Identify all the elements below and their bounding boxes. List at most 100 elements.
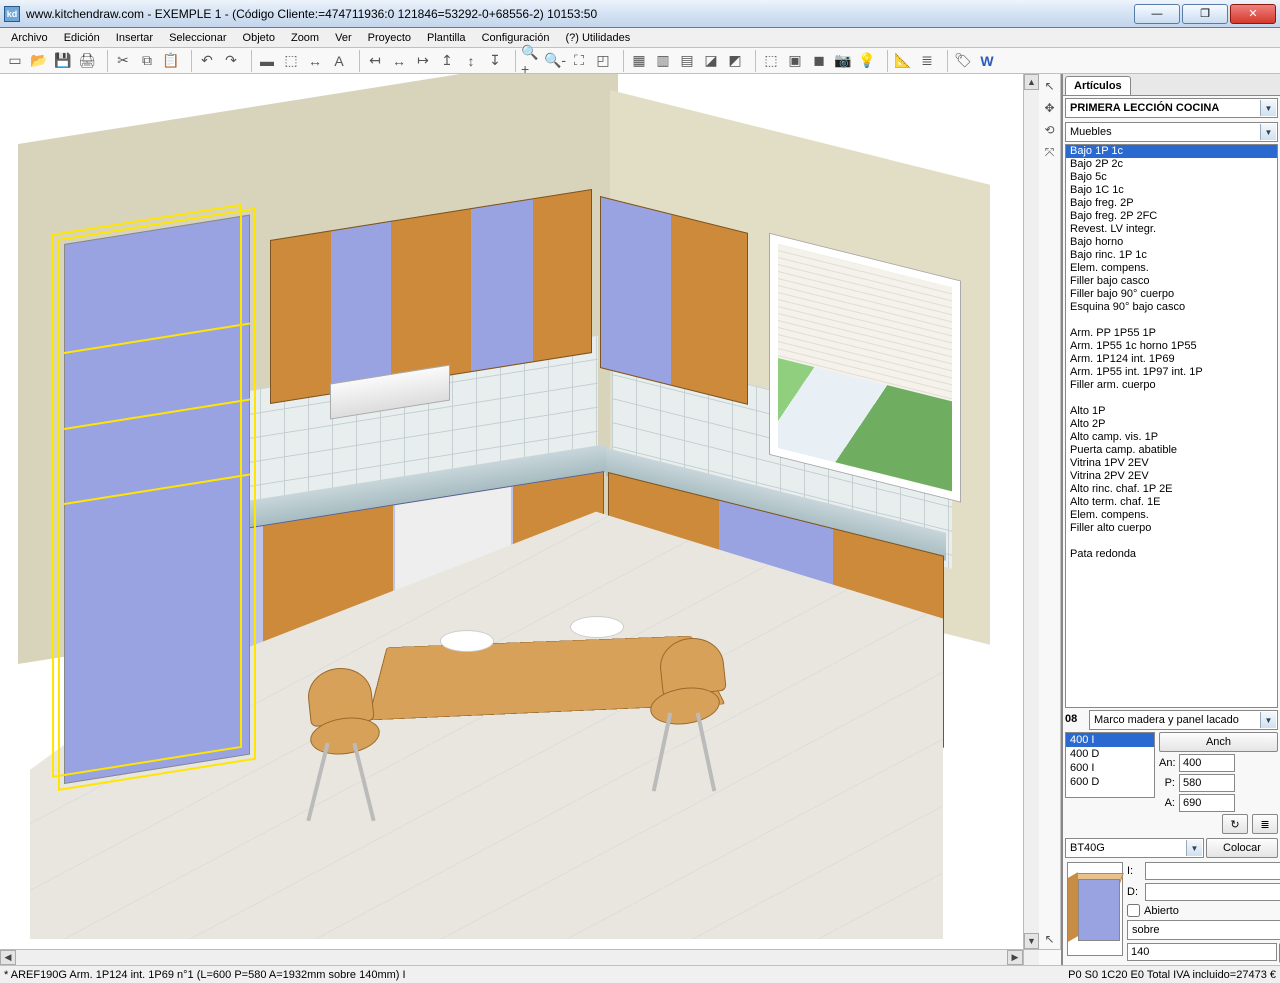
viewport-hscrollbar[interactable]: ◀ ▶ — [0, 949, 1023, 965]
menu-seleccionar[interactable]: Seleccionar — [162, 30, 233, 46]
over-combo[interactable]: sobre ▼ — [1127, 920, 1280, 940]
toolbar-valign-t-button[interactable]: ↥ — [436, 50, 458, 72]
window-maximize-button[interactable]: ❐ — [1182, 4, 1228, 24]
open-checkbox-row[interactable]: Abierto — [1127, 904, 1280, 917]
toolbar-layers-button[interactable]: ≣ — [916, 50, 938, 72]
toolbar-view-iso-button[interactable]: ◩ — [724, 50, 746, 72]
toolbar-render-shade-button[interactable]: ◼ — [808, 50, 830, 72]
place-button[interactable]: Colocar — [1206, 838, 1278, 858]
swap-button[interactable]: ↻ — [1222, 814, 1248, 834]
toolbar-render-photo-button[interactable]: 📷 — [832, 50, 854, 72]
article-item[interactable]: Bajo horno — [1066, 236, 1277, 249]
viewtool-orbit-button[interactable]: ⟲ — [1040, 120, 1060, 140]
open-checkbox[interactable] — [1127, 904, 1140, 917]
anch-button[interactable]: Anch — [1159, 732, 1278, 752]
scroll-left-button[interactable]: ◀ — [0, 950, 16, 965]
article-item[interactable] — [1066, 314, 1277, 327]
menu-ver[interactable]: Ver — [328, 30, 359, 46]
window-minimize-button[interactable]: — — [1134, 4, 1180, 24]
toolbar-valign-b-button[interactable]: ↧ — [484, 50, 506, 72]
toolbar-new-button[interactable]: ▭ — [4, 50, 26, 72]
toolbar-align-r-button[interactable]: ↦ — [412, 50, 434, 72]
article-item[interactable]: Vitrina 2PV 2EV — [1066, 470, 1277, 483]
article-item[interactable]: Alto term. chaf. 1E — [1066, 496, 1277, 509]
dimension-option[interactable]: 600 I — [1066, 761, 1154, 775]
dimension-option[interactable]: 400 I — [1066, 733, 1154, 747]
scroll-up-button[interactable]: ▲ — [1024, 74, 1039, 90]
toolbar-view-side-button[interactable]: ▤ — [676, 50, 698, 72]
toolbar-zoom-minus-button[interactable]: 🔍- — [544, 50, 566, 72]
toolbar-align-l-button[interactable]: ↤ — [364, 50, 386, 72]
viewtool-pan-button[interactable]: ✥ — [1040, 98, 1060, 118]
toolbar-zoom-fit-button[interactable]: ⛶ — [568, 50, 590, 72]
article-item[interactable]: Puerta camp. abatible — [1066, 444, 1277, 457]
toolbar-redo-button[interactable]: ↷ — [220, 50, 242, 72]
article-item[interactable]: Revest. LV integr. — [1066, 223, 1277, 236]
article-item[interactable] — [1066, 535, 1277, 548]
toolbar-door-button[interactable]: ⬚ — [280, 50, 302, 72]
menu-edici-n[interactable]: Edición — [57, 30, 107, 46]
toolbar-zoom-plus-button[interactable]: 🔍+ — [520, 50, 542, 72]
article-item[interactable]: Esquina 90° bajo casco — [1066, 301, 1277, 314]
toolbar-valign-m-button[interactable]: ↕ — [460, 50, 482, 72]
toolbar-open-button[interactable]: 📂 — [28, 50, 50, 72]
viewtool-walkthrough-button[interactable]: ⤧ — [1040, 142, 1060, 162]
toolbar-view-top-button[interactable]: ▦ — [628, 50, 650, 72]
article-item[interactable] — [1066, 392, 1277, 405]
dimension-listbox[interactable]: 400 I400 D600 I600 D — [1065, 732, 1155, 798]
article-item[interactable]: Bajo 5c — [1066, 171, 1277, 184]
article-item[interactable]: Bajo rinc. 1P 1c — [1066, 249, 1277, 262]
article-item[interactable]: Filler bajo casco — [1066, 275, 1277, 288]
menu-plantilla[interactable]: Plantilla — [420, 30, 473, 46]
over-value-input[interactable] — [1127, 943, 1277, 961]
article-item[interactable]: Elem. compens. — [1066, 262, 1277, 275]
window-close-button[interactable]: ✕ — [1230, 4, 1276, 24]
toolbar-save-button[interactable]: 💾 — [52, 50, 74, 72]
model-combo[interactable]: Marco madera y panel lacado ▼ — [1089, 710, 1278, 730]
toolbar-render-hidden-button[interactable]: ▣ — [784, 50, 806, 72]
menu-configuraci-n[interactable]: Configuración — [475, 30, 557, 46]
toolbar-measure-button[interactable]: 📐 — [892, 50, 914, 72]
menu-archivo[interactable]: Archivo — [4, 30, 55, 46]
article-item[interactable]: Arm. 1P124 int. 1P69 — [1066, 353, 1277, 366]
list-button[interactable]: ≣ — [1252, 814, 1278, 834]
menu-proyecto[interactable]: Proyecto — [361, 30, 418, 46]
article-item[interactable]: Alto 2P — [1066, 418, 1277, 431]
toolbar-render-wire-button[interactable]: ⬚ — [760, 50, 782, 72]
tab-articulos[interactable]: Artículos — [1065, 76, 1131, 95]
toolbar-catalog-button[interactable]: 🏷 — [952, 50, 974, 72]
dimension-option[interactable]: 400 D — [1066, 747, 1154, 761]
article-item[interactable]: Arm. 1P55 1c horno 1P55 — [1066, 340, 1277, 353]
toolbar-print-button[interactable]: 🖨 — [76, 50, 98, 72]
toolbar-paste-button[interactable]: 📋 — [160, 50, 182, 72]
toolbar-view-persp-button[interactable]: ◪ — [700, 50, 722, 72]
menu-insertar[interactable]: Insertar — [109, 30, 160, 46]
toolbar-text-button[interactable]: A — [328, 50, 350, 72]
i-offset-input[interactable] — [1145, 862, 1280, 880]
article-item[interactable]: Bajo 1C 1c — [1066, 184, 1277, 197]
article-item[interactable]: Bajo 1P 1c — [1066, 145, 1277, 158]
depth-input[interactable] — [1179, 774, 1235, 792]
hscroll-track[interactable] — [16, 950, 1007, 965]
menu--utilidades[interactable]: (?) Utilidades — [558, 30, 637, 46]
toolbar-word-button[interactable]: W — [976, 50, 998, 72]
article-item[interactable]: Arm. 1P55 int. 1P97 int. 1P — [1066, 366, 1277, 379]
article-item[interactable]: Bajo freg. 2P 2FC — [1066, 210, 1277, 223]
viewtool-cursor-arrow-button[interactable]: ↖ — [1040, 929, 1060, 949]
viewport-3d[interactable] — [0, 74, 1023, 949]
toolbar-undo-button[interactable]: ↶ — [196, 50, 218, 72]
article-item[interactable]: Bajo 2P 2c — [1066, 158, 1277, 171]
dimension-option[interactable]: 600 D — [1066, 775, 1154, 789]
article-item[interactable]: Vitrina 1PV 2EV — [1066, 457, 1277, 470]
article-item[interactable]: Alto rinc. chaf. 1P 2E — [1066, 483, 1277, 496]
article-item[interactable]: Bajo freg. 2P — [1066, 197, 1277, 210]
toolbar-align-c-button[interactable]: ↔ — [388, 50, 410, 72]
reference-combo[interactable]: BT40G ▼ — [1065, 838, 1204, 858]
article-item[interactable]: Pata redonda — [1066, 548, 1277, 561]
article-item[interactable]: Arm. PP 1P55 1P — [1066, 327, 1277, 340]
articles-listbox[interactable]: Bajo 1P 1cBajo 2P 2cBajo 5cBajo 1C 1cBaj… — [1065, 144, 1278, 708]
article-item[interactable]: Filler arm. cuerpo — [1066, 379, 1277, 392]
vscroll-track[interactable] — [1024, 90, 1039, 933]
menu-zoom[interactable]: Zoom — [284, 30, 326, 46]
toolbar-dimension-button[interactable]: ↔ — [304, 50, 326, 72]
